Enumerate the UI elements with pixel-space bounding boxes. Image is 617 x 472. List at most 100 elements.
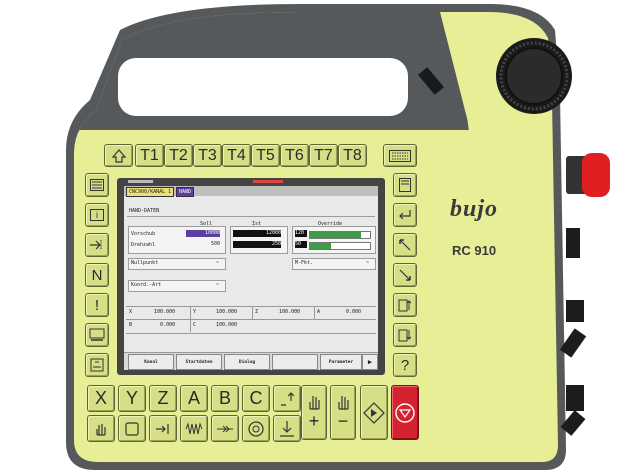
jog-button[interactable] xyxy=(211,415,239,442)
single-step-button[interactable] xyxy=(149,415,177,442)
soll-drehzahl-value[interactable]: 500 xyxy=(186,241,220,248)
softkey-startdaten[interactable]: Startdaten xyxy=(176,354,222,370)
alarm-label: ! xyxy=(94,296,100,314)
n-button[interactable]: N xyxy=(85,263,109,287)
coord-sep xyxy=(314,307,315,319)
stop-button[interactable] xyxy=(391,385,419,440)
hand-plus-button[interactable]: + xyxy=(301,385,327,440)
reference-point-button[interactable] xyxy=(273,415,301,442)
axis-c-label: C xyxy=(249,388,263,408)
shift-up-button[interactable] xyxy=(104,144,133,167)
channel-title: CNC900/KANAL 1 xyxy=(126,187,175,197)
up-arrow-icon xyxy=(111,148,126,163)
coord-value-b: 0.000 xyxy=(160,322,176,328)
plus-label: + xyxy=(308,411,320,431)
t7-label: T7 xyxy=(314,146,333,164)
file-up-icon xyxy=(398,299,412,312)
softkey-kanal[interactable]: Kanal xyxy=(128,354,174,370)
mfkt-chevron: ~ xyxy=(366,260,370,266)
list-button[interactable] xyxy=(85,173,109,197)
mode-badge: HAND xyxy=(176,187,195,197)
info-button[interactable]: i xyxy=(85,203,109,227)
ist-vorschub-value: 12000 xyxy=(233,230,281,237)
t5-label: T5 xyxy=(256,146,275,164)
mode-icon xyxy=(90,358,104,372)
enter-arrow-button[interactable] xyxy=(85,233,109,257)
diagonal-down-icon xyxy=(399,269,411,281)
step-jog-button[interactable] xyxy=(273,385,301,412)
file-up-button[interactable] xyxy=(393,293,417,317)
nullpunkt-chevron: ~ xyxy=(216,260,220,266)
frame-icon xyxy=(125,421,139,436)
drehzahl-label: Drehzahl xyxy=(131,242,156,248)
tool-key-t8[interactable]: T8 xyxy=(338,144,367,167)
diagonal-up-button[interactable] xyxy=(393,233,417,257)
axis-x-button[interactable]: X xyxy=(87,385,115,412)
soll-vorschub-value[interactable]: 10000 xyxy=(186,230,220,237)
coord-value-x: 100.000 xyxy=(154,309,176,315)
file-down-button[interactable] xyxy=(393,323,417,347)
axis-z-button[interactable]: Z xyxy=(149,385,177,412)
keyboard-button[interactable] xyxy=(383,144,417,167)
start-button[interactable] xyxy=(360,385,388,440)
tool-key-t4[interactable]: T4 xyxy=(222,144,251,167)
display-screen: CNC900/KANAL 1 HAND HAND-DATEN Soll Ist … xyxy=(124,186,378,370)
diagonal-up-icon xyxy=(399,239,411,251)
t1-label: T1 xyxy=(140,146,159,164)
wave-button[interactable] xyxy=(180,415,208,442)
coord-row-divider xyxy=(126,319,376,320)
softkey-dialog[interactable]: Dialog xyxy=(224,354,270,370)
hand-plus-icon xyxy=(309,396,320,410)
tool-key-t5[interactable]: T5 xyxy=(251,144,280,167)
monitor-icon xyxy=(89,328,105,341)
hand-mode-button[interactable] xyxy=(87,415,115,442)
file-down-icon xyxy=(398,329,412,342)
hand-minus-button[interactable]: − xyxy=(330,385,356,440)
help-button[interactable]: ? xyxy=(393,353,417,377)
diagonal-down-button[interactable] xyxy=(393,263,417,287)
n-label: N xyxy=(91,266,103,284)
brand-logo: bujo xyxy=(450,196,499,222)
jog-icon xyxy=(217,425,233,432)
info-label: i xyxy=(96,210,98,220)
axis-y-button[interactable]: Y xyxy=(118,385,146,412)
stop-octagon-icon xyxy=(395,402,415,423)
mfkt-label: M-Fkt. xyxy=(295,260,314,266)
override-vorschub-track xyxy=(309,231,371,239)
t4-label: T4 xyxy=(227,146,246,164)
t8-label: T8 xyxy=(343,146,362,164)
ist-drehzahl-value: 250 xyxy=(233,241,281,248)
axis-x-label: X xyxy=(94,388,107,408)
mode-button[interactable] xyxy=(85,353,109,377)
softkey-empty[interactable] xyxy=(272,354,318,370)
monitor-button[interactable] xyxy=(85,323,109,347)
softkey-parameter[interactable]: Parameter xyxy=(320,354,362,370)
tool-key-t2[interactable]: T2 xyxy=(164,144,193,167)
tool-key-t3[interactable]: T3 xyxy=(193,144,222,167)
alarm-button[interactable]: ! xyxy=(85,293,109,317)
override-drehzahl-bar xyxy=(310,243,331,249)
softkey-next[interactable]: ▶ xyxy=(362,354,378,370)
override-drehzahl-track xyxy=(309,242,371,250)
axis-a-button[interactable]: A xyxy=(180,385,208,412)
nullpunkt-label: Nullpunkt xyxy=(131,260,159,266)
koord-chevron: ~ xyxy=(216,282,220,288)
frame-button[interactable] xyxy=(118,415,146,442)
tool-key-t6[interactable]: T6 xyxy=(280,144,309,167)
vorschub-label: Vorschub xyxy=(131,231,156,237)
axis-b-button[interactable]: B xyxy=(211,385,239,412)
coord-axis-b: B xyxy=(129,322,133,328)
return-button[interactable] xyxy=(393,203,417,227)
circle-button[interactable] xyxy=(242,415,270,442)
override-vorschub-bar xyxy=(310,232,361,238)
tool-key-t7[interactable]: T7 xyxy=(309,144,338,167)
coord-value-a: 0.000 xyxy=(346,309,362,315)
axis-c-button[interactable]: C xyxy=(242,385,270,412)
section-title: HAND-DATEN xyxy=(129,208,160,214)
coord-axis-c: C xyxy=(193,322,197,328)
page-button[interactable] xyxy=(393,173,417,197)
tool-key-t1[interactable]: T1 xyxy=(135,144,164,167)
coord-axis-y: Y xyxy=(193,309,197,315)
t3-label: T3 xyxy=(198,146,217,164)
enter-arrow-icon xyxy=(90,240,102,250)
